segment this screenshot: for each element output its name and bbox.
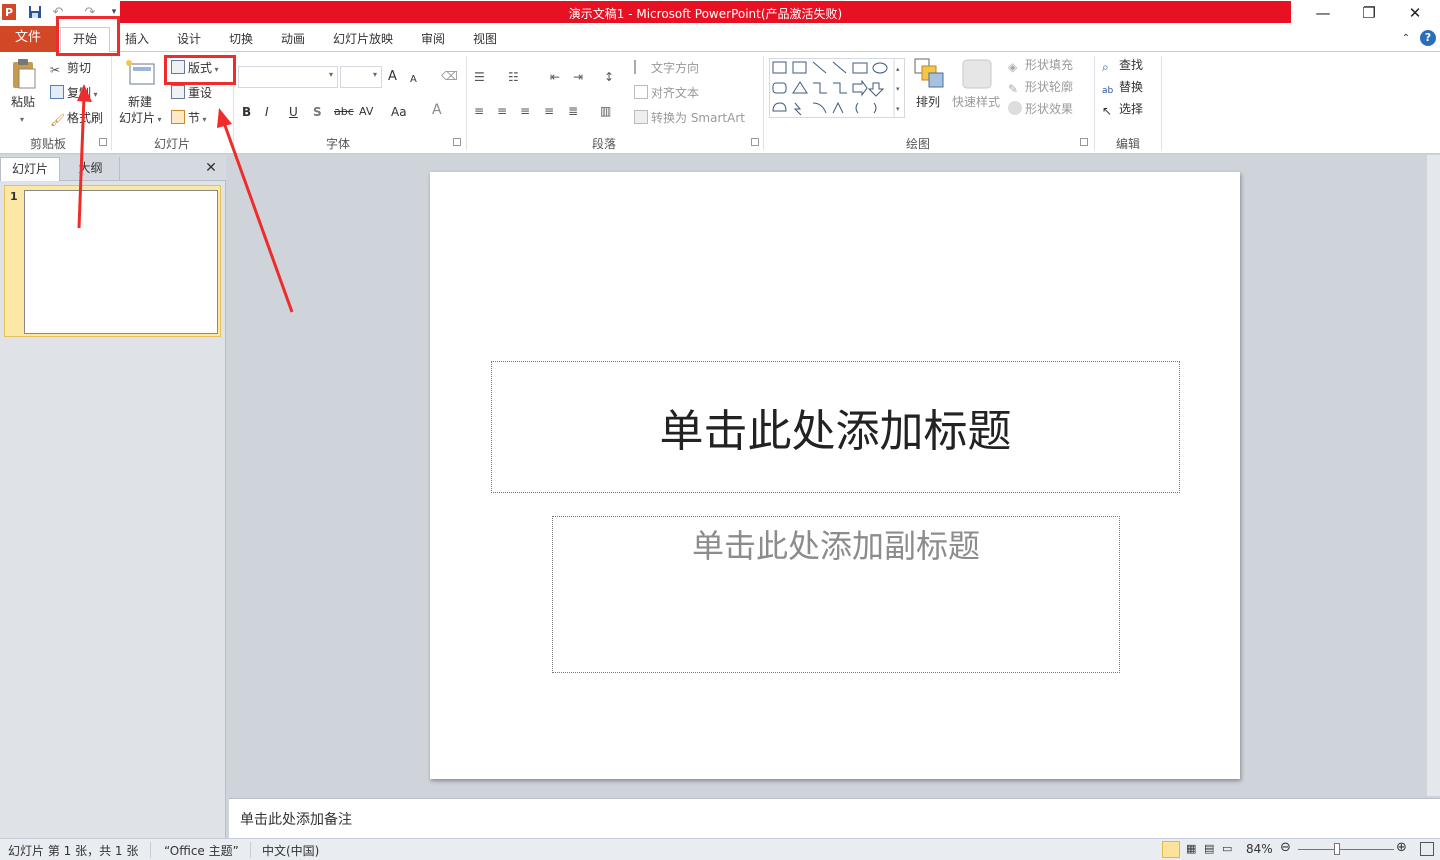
annotation-arrow: [77, 95, 86, 229]
arrowhead-icon: [217, 108, 232, 128]
annotation-arrow: [221, 119, 294, 313]
arrowhead-icon: [77, 84, 92, 102]
annotation-arrows: [77, 84, 294, 313]
